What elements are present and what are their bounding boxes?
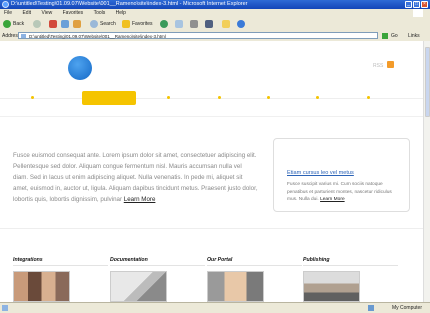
mail-icon (175, 20, 183, 28)
home-button[interactable] (73, 19, 81, 29)
search-label: Search (100, 21, 116, 27)
favorites-button[interactable]: Favorites (122, 19, 153, 29)
menu-file[interactable]: File (4, 10, 12, 16)
maximize-icon[interactable]: □ (413, 1, 420, 8)
page-status-icon (2, 305, 8, 311)
print-icon (190, 20, 198, 28)
nav-dot[interactable] (267, 96, 270, 99)
content-divider (0, 228, 423, 229)
computer-icon (368, 305, 374, 311)
edit-icon (205, 20, 213, 28)
category-documentation[interactable]: Documentation (110, 257, 148, 263)
status-bar: My Computer (0, 302, 430, 313)
search-icon (90, 20, 98, 28)
publishing-photo[interactable] (303, 271, 360, 302)
page-icon (21, 34, 26, 38)
close-icon[interactable]: × (421, 1, 428, 8)
media-icon (160, 20, 168, 28)
forward-button[interactable] (33, 19, 41, 29)
forward-arrow-icon (33, 20, 41, 28)
address-value: D:\untitled\Testing\01.09.07\Website\001… (29, 34, 166, 39)
intro-learn-more-link[interactable]: Learn More (124, 196, 156, 203)
menu-edit[interactable]: Edit (22, 10, 31, 16)
ie-logo-icon (2, 1, 9, 8)
nav-dot[interactable] (367, 96, 370, 99)
messenger-icon (237, 20, 245, 28)
callout-box: Etiam cursus leo vel metus Fusce suscipi… (273, 138, 410, 212)
go-button[interactable]: Go (391, 31, 398, 41)
favorites-label: Favorites (132, 21, 153, 27)
go-arrow-icon[interactable] (382, 33, 388, 39)
rss-icon[interactable] (387, 61, 394, 68)
print-button[interactable] (190, 19, 198, 29)
folder-icon (222, 20, 230, 28)
category-rule (303, 265, 398, 266)
site-logo[interactable] (68, 56, 92, 80)
rss-label[interactable]: RSS (373, 63, 383, 69)
vertical-scrollbar[interactable] (423, 41, 430, 302)
integrations-photo[interactable] (13, 271, 70, 302)
category-our-portal[interactable]: Our Portal (207, 257, 232, 263)
intro-text: Fusce euismod consequat ante. Lorem ipsu… (13, 150, 258, 205)
documentation-photo[interactable] (110, 271, 167, 302)
nav-rule (0, 98, 423, 99)
windows-logo-icon (413, 9, 423, 17)
category-rule (13, 265, 108, 266)
window-titlebar: D:\untitled\Testing\01.09.07\Website\001… (0, 0, 430, 9)
home-icon (73, 20, 81, 28)
nav-dot[interactable] (218, 96, 221, 99)
toolbar: Back Search Favorites (0, 17, 430, 32)
category-publishing[interactable]: Publishing (303, 257, 330, 263)
menu-favorites[interactable]: Favorites (63, 10, 84, 16)
mail-button[interactable] (175, 19, 183, 29)
menu-view[interactable]: View (41, 10, 52, 16)
back-label: Back (13, 21, 25, 27)
category-rule (207, 265, 302, 266)
callout-body: Fusce suscipit varius mi. Cum sociis nat… (287, 181, 402, 204)
messenger-button[interactable] (237, 19, 245, 29)
menu-help[interactable]: Help (116, 10, 126, 16)
back-arrow-icon (3, 20, 11, 28)
window-controls: _ □ × (405, 1, 428, 8)
window-title: D:\untitled\Testing\01.09.07\Website\001… (11, 1, 248, 7)
edit-button[interactable] (205, 19, 213, 29)
refresh-button[interactable] (61, 19, 69, 29)
minimize-icon[interactable]: _ (405, 1, 412, 8)
nav-dot[interactable] (316, 96, 319, 99)
folder-button[interactable] (222, 19, 230, 29)
menu-tools[interactable]: Tools (94, 10, 106, 16)
nav-dot[interactable] (31, 96, 34, 99)
callout-title-link[interactable]: Etiam cursus leo vel metus (287, 170, 354, 176)
nav-item-active[interactable] (82, 91, 136, 105)
scrollbar-thumb[interactable] (425, 47, 430, 117)
nav-dot[interactable] (167, 96, 170, 99)
links-button[interactable]: Links (408, 31, 420, 41)
callout-learn-more-link[interactable]: Learn More (320, 197, 345, 202)
address-input[interactable]: D:\untitled\Testing\01.09.07\Website\001… (18, 32, 378, 39)
category-rule (110, 265, 205, 266)
stop-icon (49, 20, 57, 28)
search-button[interactable]: Search (90, 19, 116, 29)
back-button[interactable]: Back (3, 19, 24, 29)
header-divider (0, 116, 423, 117)
page-viewport: RSS Fusce euismod consequat ante. Lorem … (0, 41, 423, 302)
stop-button[interactable] (49, 19, 57, 29)
star-icon (122, 20, 130, 28)
category-integrations[interactable]: Integrations (13, 257, 43, 263)
refresh-icon (61, 20, 69, 28)
media-button[interactable] (160, 19, 168, 29)
portal-photo[interactable] (207, 271, 264, 302)
